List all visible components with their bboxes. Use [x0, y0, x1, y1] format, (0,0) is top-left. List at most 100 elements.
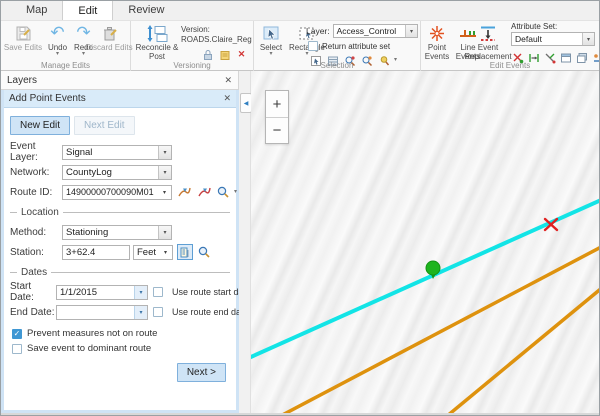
- version-info: Version: ROADS.Claire_Reg: [181, 25, 252, 46]
- use-route-start-checkbox[interactable]: ✓: [153, 287, 163, 297]
- station-input[interactable]: [62, 245, 130, 260]
- undo-button[interactable]: ↶ Undo ▾: [45, 23, 70, 57]
- zoom-route-dropdown-icon[interactable]: ▾: [234, 190, 237, 195]
- group-versioning: Reconcile & Post Version: ROADS.Claire_R…: [131, 21, 254, 71]
- edit-buttons-row: New Edit Next Edit: [10, 116, 230, 135]
- save-edits-button[interactable]: Save Edits: [2, 23, 44, 52]
- event-layer-row: Event Layer: Signal ▾: [10, 144, 230, 160]
- dropdown-icon: ▾: [158, 166, 171, 179]
- dropdown-icon: ▾: [582, 33, 594, 45]
- app-window: Map Edit Review Save Edits ↶ Undo ▾ ↷ Re…: [0, 0, 600, 416]
- group-edit-events: Point Events Line Events Event Replaceme…: [421, 21, 599, 71]
- layer-dropdown[interactable]: Access_Control ▾: [333, 24, 418, 38]
- dropdown-icon: ▾: [158, 226, 171, 239]
- zoom-to-station-icon[interactable]: [197, 244, 213, 260]
- route-id-row: Route ID: 14900000700090M01 ▾ ▾: [10, 184, 230, 200]
- method-label: Method:: [10, 227, 62, 238]
- dates-section-label: Dates: [10, 267, 230, 278]
- save-dominant-option: ✓ Save event to dominant route: [12, 343, 230, 354]
- network-row: Network: CountyLog ▾: [10, 164, 230, 180]
- dropdown-icon: ▾: [158, 186, 171, 199]
- zoom-to-route-icon[interactable]: [216, 184, 232, 200]
- add-point-events-body: New Edit Next Edit Event Layer: Signal ▾…: [4, 108, 236, 410]
- pane-close-icon[interactable]: ✕: [223, 93, 231, 104]
- station-row: Station: Feet ▾: [10, 244, 230, 260]
- map-graphics: [251, 71, 599, 413]
- event-replacement-icon: [477, 23, 499, 43]
- delete-version-icon[interactable]: ✕: [235, 48, 248, 61]
- group-selection: Select ▾ Rectangle ▾ Layer: Access_Contr…: [254, 21, 421, 71]
- start-date-row: Start Date: 1/1/2015 ▾ ✓ Use route start…: [10, 284, 230, 300]
- pick-station-on-map-icon[interactable]: [177, 244, 193, 260]
- prevent-measures-label: Prevent measures not on route: [27, 328, 157, 339]
- next-row: Next >: [10, 363, 226, 382]
- redo-dropdown-icon[interactable]: ▾: [82, 52, 85, 57]
- start-date-picker[interactable]: 1/1/2015 ▾: [56, 285, 148, 300]
- collapse-left-icon: ◀: [244, 100, 249, 107]
- undo-dropdown-icon[interactable]: ▾: [56, 52, 59, 57]
- attribute-set-label: Attribute Set:: [511, 22, 557, 31]
- select-dropdown-icon[interactable]: ▾: [269, 52, 272, 57]
- method-select[interactable]: Stationing ▾: [62, 225, 172, 240]
- dropdown-icon: ▾: [134, 286, 147, 299]
- trash-icon: [100, 23, 119, 43]
- return-attribute-label: Return attribute set: [322, 42, 390, 51]
- save-dominant-checkbox[interactable]: ✓: [12, 344, 22, 354]
- end-date-picker[interactable]: ▾: [56, 305, 148, 320]
- group-manage-edits: Save Edits ↶ Undo ▾ ↷ Redo ▾ Discard Edi…: [1, 21, 131, 71]
- location-section-label: Location: [10, 207, 230, 218]
- return-attribute-checkbox[interactable]: ✓: [308, 41, 318, 51]
- event-layer-select[interactable]: Signal ▾: [62, 145, 172, 160]
- next-edit-button[interactable]: Next Edit: [74, 116, 135, 135]
- select-route-on-map-icon[interactable]: [176, 184, 192, 200]
- network-label: Network:: [10, 167, 62, 178]
- route-line-orange-2[interactable]: [441, 287, 599, 413]
- save-dominant-label: Save event to dominant route: [27, 343, 151, 354]
- route-id-combobox[interactable]: 14900000700090M01 ▾: [62, 185, 172, 200]
- post-version-icon[interactable]: [218, 48, 231, 61]
- zoom-out-button[interactable]: −: [266, 117, 288, 143]
- layer-label: Layer:: [306, 26, 330, 36]
- network-select[interactable]: CountyLog ▾: [62, 165, 172, 180]
- event-layer-label: Event Layer:: [10, 141, 62, 163]
- versioning-tools: ✕: [201, 48, 248, 61]
- unlock-icon[interactable]: [201, 48, 214, 61]
- reconcile-post-icon: [146, 23, 168, 43]
- use-route-end-checkbox[interactable]: ✓: [153, 307, 163, 317]
- select-button[interactable]: Select ▾: [256, 23, 286, 57]
- next-button[interactable]: Next >: [177, 363, 226, 382]
- use-route-end-label: Use route end date: [172, 307, 249, 317]
- station-label: Station:: [10, 247, 62, 258]
- point-events-button[interactable]: Point Events: [422, 23, 452, 61]
- end-date-label: End Date:: [10, 307, 56, 318]
- window-bottom-edge: [1, 413, 599, 415]
- undo-icon: ↶: [50, 23, 64, 43]
- layers-pane-title: Layers: [7, 75, 37, 86]
- tab-map[interactable]: Map: [11, 0, 62, 20]
- attribute-set-dropdown[interactable]: Default ▾: [511, 32, 595, 46]
- zoom-in-button[interactable]: +: [266, 91, 288, 117]
- tab-edit[interactable]: Edit: [62, 0, 113, 20]
- new-edit-button[interactable]: New Edit: [10, 116, 70, 135]
- dropdown-icon: ▾: [134, 306, 147, 319]
- discard-edits-button[interactable]: Discard Edits: [88, 23, 130, 52]
- prevent-measures-checkbox[interactable]: ✓: [12, 329, 22, 339]
- layers-pane-header: Layers ✕: [1, 71, 239, 90]
- point-events-icon: [427, 23, 447, 43]
- save-icon: [14, 23, 33, 43]
- reconcile-post-button[interactable]: Reconcile & Post: [135, 23, 179, 61]
- station-unit-select[interactable]: Feet ▾: [133, 245, 173, 260]
- group-label-manage-edits: Manage Edits: [1, 61, 130, 70]
- select-route-from-selection-icon[interactable]: [196, 184, 212, 200]
- map-zoom-control: + −: [265, 90, 289, 144]
- layers-close-icon[interactable]: ✕: [224, 75, 232, 86]
- version-label: Version:: [181, 25, 252, 35]
- ribbon: Save Edits ↶ Undo ▾ ↷ Redo ▾ Discard Edi…: [1, 21, 599, 71]
- map-view[interactable]: + −: [251, 71, 599, 413]
- prevent-measures-option: ✓ Prevent measures not on route: [12, 328, 230, 339]
- tab-review[interactable]: Review: [113, 0, 179, 20]
- ribbon-tab-bar: Map Edit Review: [1, 1, 599, 21]
- add-point-events-header: Add Point Events ✕: [4, 90, 236, 108]
- return-attribute-set[interactable]: ✓ Return attribute set: [308, 41, 390, 51]
- event-replacement-button[interactable]: Event Replacement: [465, 23, 511, 61]
